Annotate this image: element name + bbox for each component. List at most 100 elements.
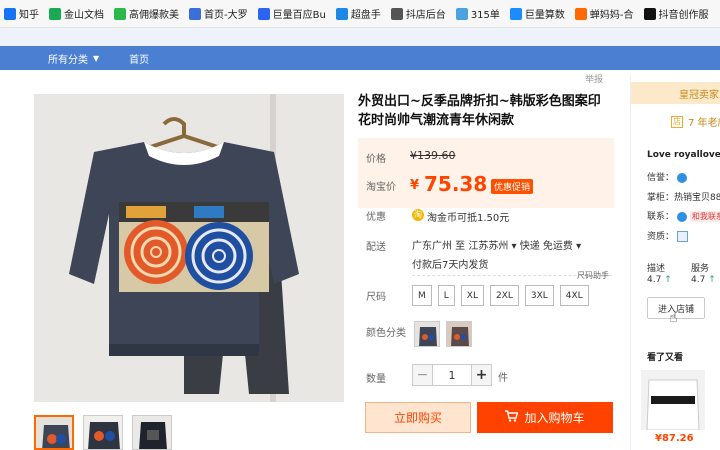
product-title: 外贸出口~反季品牌折扣~韩版彩色图案印花时尚帅气潮流青年休闲款 (358, 94, 601, 128)
buyin-icon (257, 7, 270, 20)
shop-age-text: 7 年老店 (688, 118, 720, 129)
doc-icon (390, 7, 403, 20)
promo-badge: 优惠促销 (491, 179, 534, 194)
bookmark-item[interactable]: 金山文档 (49, 6, 104, 21)
product-main-image[interactable] (34, 94, 344, 402)
color-swatch-1[interactable] (414, 321, 440, 347)
all-categories-label: 所有分类 (48, 54, 88, 66)
shop-name[interactable]: Love royallove (647, 150, 720, 160)
hand-cursor-icon: ☝ (669, 310, 678, 326)
size-option-m[interactable]: M (412, 285, 432, 306)
size-option-3xl[interactable]: 3XL (524, 285, 554, 306)
site-nav-bar: 所有分类 ▼ 首页 (0, 46, 720, 70)
quantity-increase-button[interactable]: + (471, 365, 491, 385)
crown-seller-banner: 皇冠卖家 (631, 82, 720, 104)
seller-row: 掌柜：热销宝贝88 (647, 190, 720, 203)
service-score-value: 4.7 (691, 275, 706, 285)
bookmark-item[interactable]: 高佣爆款美 (114, 6, 179, 21)
qualification-label: 资质： (647, 232, 675, 242)
thumbnail-strip (34, 415, 181, 450)
buy-now-button[interactable]: 立即购买 (365, 402, 471, 433)
bookmark-label: 蝉妈妈-合 (589, 10, 634, 21)
coin-icon: 淘 (412, 209, 424, 221)
credit-row: 信誉： (647, 170, 688, 183)
bookmarks-bar: 知乎 金山文档 高佣爆款美 首页-大罗 巨量百应Bu 超盘手 抖店后台 315单 巨量算数 蝉妈妈… (0, 0, 720, 28)
seller-label: 掌柜： (647, 193, 675, 203)
bookmark-label: 高佣爆款美 (129, 10, 179, 21)
recommended-product-image[interactable] (641, 370, 705, 430)
all-categories-menu[interactable]: 所有分类 ▼ (48, 51, 99, 66)
report-link[interactable]: 举报 (585, 72, 603, 85)
taobao-price-label: 淘宝价 (366, 182, 396, 193)
bookmark-label: 抖音创作服 (658, 10, 709, 21)
stats-icon (509, 7, 522, 20)
cart-icon (114, 7, 126, 20)
size-options: M L XL 2XL 3XL 4XL (412, 285, 595, 306)
mail-icon (335, 7, 348, 20)
license-icon[interactable] (677, 231, 689, 242)
thumbnail-2[interactable] (83, 415, 123, 450)
thumbnail-3[interactable] (132, 415, 172, 450)
bookmark-item[interactable]: 抖店后台 (390, 6, 446, 21)
add-to-cart-label: 加入购物车 (524, 411, 585, 425)
contact-seller-button[interactable]: 和我联系 (689, 211, 720, 222)
bookmark-label: 巨量百应Bu (272, 10, 326, 21)
credit-level-icon (677, 172, 688, 183)
quantity-label: 数量 (366, 374, 386, 385)
current-price: 75.38 (424, 172, 488, 196)
cart-icon (505, 410, 519, 425)
price-label: 价格 (366, 154, 386, 165)
zhihu-icon (4, 7, 16, 20)
bookmark-item[interactable]: 巨量算数 (509, 6, 565, 21)
toolbar-strip (0, 28, 720, 46)
bookmark-label: 金山文档 (64, 10, 104, 21)
chanmama-icon (574, 7, 587, 20)
add-to-cart-button[interactable]: 加入购物车 (477, 402, 613, 433)
size-option-xl[interactable]: XL (460, 285, 484, 306)
shop-badge-icon: 店 (671, 115, 683, 128)
shipping-route-select[interactable]: 广东广州 至 江苏苏州 ▾ 快递 免运费 ▾ (412, 237, 581, 252)
size-option-4xl[interactable]: 4XL (559, 285, 589, 306)
douyin-icon (643, 7, 656, 20)
bookmark-label: 巨量算数 (524, 10, 565, 21)
quantity-input[interactable]: 1 (433, 365, 471, 385)
color-swatch-2[interactable] (446, 321, 472, 347)
up-arrow-icon: ↑ (708, 275, 716, 285)
shipping-label: 配送 (366, 242, 386, 253)
kdocs-icon (49, 7, 61, 20)
bookmark-item[interactable]: 抖音创作服 (643, 6, 709, 21)
desc-score-label: 描述 (647, 264, 666, 274)
shipping-time: 付款后7天内发货 (412, 260, 489, 271)
bookmark-item[interactable]: 首页-大罗 (189, 6, 248, 21)
bookmark-item[interactable]: 巨量百应Bu (257, 6, 326, 21)
color-label: 颜色分类 (366, 328, 406, 339)
caret-down-icon: ▼ (93, 53, 100, 63)
quantity-decrease-button[interactable]: − (413, 365, 433, 385)
quantity-unit: 件 (498, 373, 508, 384)
shop-age: 店 7 年老店 (671, 114, 720, 129)
thumbnail-1[interactable] (34, 415, 74, 450)
chat-icon (677, 211, 688, 222)
service-score: 4.7 ↑ (691, 275, 716, 285)
globe-icon (189, 7, 201, 20)
contact-row: 联系： 和我联系 (647, 209, 720, 222)
bookmark-item[interactable]: 知乎 (4, 6, 39, 21)
bookmark-item[interactable]: 蝉妈妈-合 (574, 6, 634, 21)
seller-name[interactable]: 热销宝贝88 (674, 193, 720, 203)
promo-label: 优惠 (366, 212, 386, 223)
currency-symbol: ¥ (410, 178, 420, 193)
size-helper-link[interactable]: 尺码助手 (577, 270, 609, 281)
bookmark-item[interactable]: 315单 (455, 6, 500, 21)
bookmark-item[interactable]: 超盘手 (335, 6, 381, 21)
quantity-stepper: − 1 + (412, 364, 492, 386)
contact-label: 联系： (647, 212, 675, 222)
bookmark-label: 首页-大罗 (204, 10, 248, 21)
desc-score: 4.7 ↑ (647, 275, 672, 285)
size-option-l[interactable]: L (437, 285, 455, 306)
bookmark-label: 超盘手 (350, 10, 381, 21)
home-link[interactable]: 首页 (129, 51, 149, 66)
up-arrow-icon: ↑ (664, 275, 672, 285)
size-option-2xl[interactable]: 2XL (489, 285, 519, 306)
credit-label: 信誉： (647, 173, 675, 183)
shop-sidebar: 皇冠卖家 店 7 年老店 Love royallove 信誉： 掌柜：热销宝贝8… (630, 74, 720, 450)
